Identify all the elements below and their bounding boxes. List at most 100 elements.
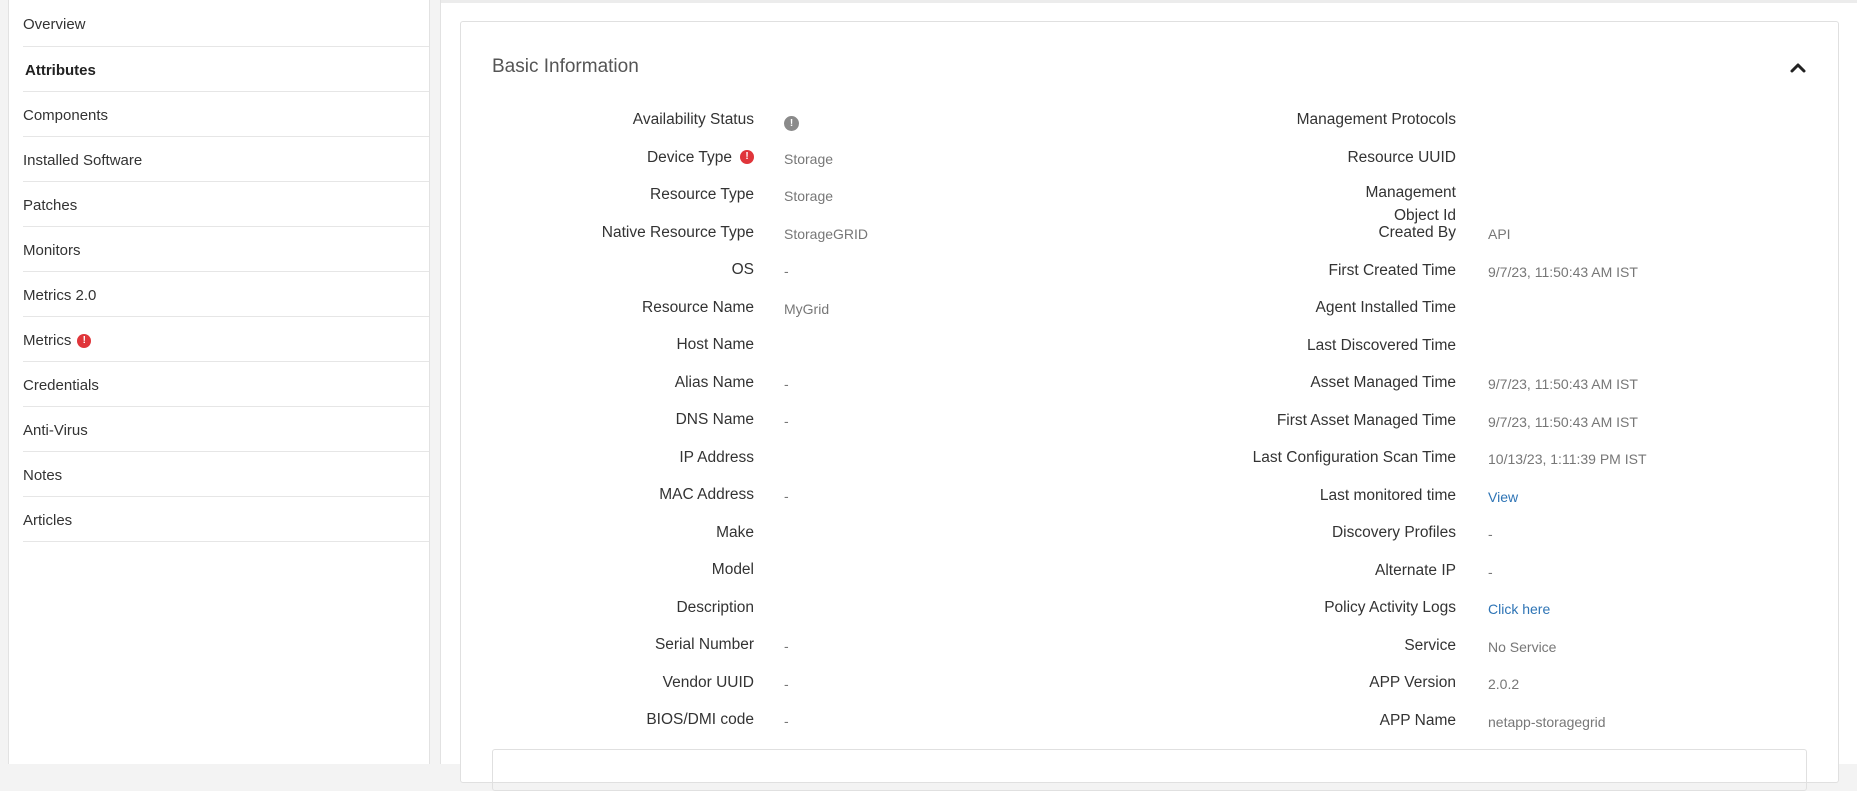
left-field-column: Availability Status ! Device Type! Stora… bbox=[461, 102, 1061, 740]
field-value: - bbox=[784, 675, 789, 692]
field-label: Last Discovered Time bbox=[1306, 336, 1456, 354]
field-resource-type: Resource Type Storage bbox=[461, 177, 1061, 215]
field-service: Service No Service bbox=[1061, 628, 1838, 666]
main-content: Basic Information Availability Status ! … bbox=[440, 0, 1857, 791]
sidebar-item-label: Notes bbox=[23, 467, 63, 484]
field-last-discovered-time: Last Discovered Time bbox=[1061, 328, 1838, 366]
field-value: View bbox=[1488, 487, 1518, 507]
field-management-protocols: Management Protocols bbox=[1061, 102, 1838, 140]
sidebar-item-attributes[interactable]: Attributes bbox=[23, 47, 429, 92]
field-last-configuration-scan-time: Last Configuration Scan Time 10/13/23, 1… bbox=[1061, 440, 1838, 478]
sidebar-item-label: Credentials bbox=[23, 377, 99, 394]
sidebar-item-metrics-2[interactable]: Metrics 2.0 bbox=[23, 272, 429, 317]
panel-title: Basic Information bbox=[492, 56, 639, 77]
basic-information-panel: Basic Information Availability Status ! … bbox=[460, 21, 1839, 791]
field-value: No Service bbox=[1488, 638, 1557, 655]
field-value: - bbox=[784, 413, 789, 429]
info-icon[interactable]: ! bbox=[784, 116, 799, 131]
field-label: Model bbox=[711, 561, 754, 578]
sidebar-item-credentials[interactable]: Credentials bbox=[23, 362, 429, 407]
field-label: Resource Type bbox=[650, 186, 754, 203]
field-value: netapp-storagegrid bbox=[1488, 713, 1606, 730]
field-value: 2.0.2 bbox=[1488, 676, 1520, 692]
field-label: Agent Installed Time bbox=[1315, 299, 1456, 316]
field-label: Availability Status bbox=[632, 111, 754, 128]
field-label: Device Type bbox=[646, 148, 732, 166]
field-label: DNS Name bbox=[675, 411, 754, 428]
chevron-up-icon[interactable] bbox=[1788, 58, 1808, 78]
field-native-resource-type: Native Resource Type StorageGRID bbox=[461, 215, 1061, 253]
sidebar-item-notes[interactable]: Notes bbox=[23, 452, 429, 497]
sidebar-item-label: Attributes bbox=[25, 62, 96, 79]
field-dns-name: DNS Name - bbox=[461, 402, 1061, 440]
field-label: Alternate IP bbox=[1375, 561, 1456, 579]
sidebar-nav: Overview Attributes Components Installed… bbox=[9, 0, 429, 542]
field-label: Last Configuration Scan Time bbox=[1252, 449, 1456, 466]
field-value: Storage bbox=[784, 150, 834, 167]
field-value: - bbox=[1488, 526, 1493, 542]
field-label: Service bbox=[1404, 636, 1456, 654]
field-label-wrap: Device Type! bbox=[647, 148, 754, 168]
field-asset-managed-time: Asset Managed Time 9/7/23, 11:50:43 AM I… bbox=[1061, 365, 1838, 403]
sidebar-item-monitors[interactable]: Monitors bbox=[23, 227, 429, 272]
field-discovery-profiles: Discovery Profiles - bbox=[1061, 515, 1838, 553]
field-label: Asset Managed Time bbox=[1310, 374, 1456, 391]
sidebar-item-label: Metrics bbox=[23, 332, 72, 349]
field-label: APP Name bbox=[1379, 711, 1456, 729]
field-label: Vendor UUID bbox=[662, 673, 754, 691]
sidebar-item-patches[interactable]: Patches bbox=[23, 182, 429, 227]
field-value: 9/7/23, 11:50:43 AM IST bbox=[1488, 376, 1638, 392]
sidebar-item-installed-software[interactable]: Installed Software bbox=[23, 137, 429, 182]
field-label: BIOS/DMI code bbox=[646, 711, 754, 728]
field-os: OS - bbox=[461, 252, 1061, 290]
field-agent-installed-time: Agent Installed Time bbox=[1061, 290, 1838, 328]
field-value: MyGrid bbox=[784, 300, 830, 317]
right-field-column: Management Protocols Resource UUID Manag… bbox=[1061, 102, 1838, 740]
field-ip-address: IP Address bbox=[461, 440, 1061, 478]
field-label: Last monitored time bbox=[1319, 486, 1456, 504]
sidebar-item-label: Anti-Virus bbox=[23, 422, 88, 439]
field-label: APP Version bbox=[1369, 674, 1456, 691]
sidebar-item-articles[interactable]: Articles bbox=[23, 497, 429, 542]
click-here-link[interactable]: Click here bbox=[1488, 601, 1550, 617]
field-app-name: APP Name netapp-storagegrid bbox=[1061, 703, 1838, 741]
sidebar-item-label: Overview bbox=[23, 16, 86, 33]
alert-icon: ! bbox=[77, 334, 92, 348]
sidebar-item-overview[interactable]: Overview bbox=[23, 0, 429, 47]
view-link[interactable]: View bbox=[1488, 489, 1518, 505]
field-value: StorageGRID bbox=[784, 225, 869, 242]
sub-panel bbox=[492, 749, 1807, 791]
field-created-by: Created By API bbox=[1061, 215, 1838, 253]
sidebar: Overview Attributes Components Installed… bbox=[8, 0, 430, 764]
field-value: - bbox=[1488, 563, 1493, 580]
alert-icon[interactable]: ! bbox=[740, 149, 754, 164]
field-label: Resource Name bbox=[642, 298, 754, 316]
sidebar-item-label: Patches bbox=[23, 197, 78, 214]
field-value: - bbox=[784, 638, 789, 654]
field-availability-status: Availability Status ! bbox=[461, 102, 1061, 140]
sidebar-item-label: Installed Software bbox=[23, 152, 143, 169]
field-first-asset-managed-time: First Asset Managed Time 9/7/23, 11:50:4… bbox=[1061, 403, 1838, 441]
field-host-name: Host Name bbox=[461, 327, 1061, 365]
field-label: Make bbox=[716, 523, 754, 541]
sidebar-item-label: Monitors bbox=[23, 242, 81, 259]
field-label: IP Address bbox=[679, 448, 754, 466]
field-value: ! bbox=[784, 111, 799, 131]
field-value: 9/7/23, 11:50:43 AM IST bbox=[1488, 263, 1638, 280]
field-value: 10/13/23, 1:11:39 PM IST bbox=[1488, 451, 1647, 467]
field-value: - bbox=[784, 263, 789, 279]
sidebar-item-components[interactable]: Components bbox=[23, 92, 429, 137]
sidebar-item-anti-virus[interactable]: Anti-Virus bbox=[23, 407, 429, 452]
field-value: 9/7/23, 11:50:43 AM IST bbox=[1488, 413, 1638, 430]
field-serial-number: Serial Number - bbox=[461, 627, 1061, 665]
field-model: Model bbox=[461, 552, 1061, 590]
field-label: Management bbox=[1365, 184, 1456, 201]
field-label: First Asset Managed Time bbox=[1276, 411, 1456, 429]
divider bbox=[441, 0, 1857, 3]
field-label: First Created Time bbox=[1328, 261, 1456, 279]
field-value: Storage bbox=[784, 188, 834, 204]
field-label: Resource UUID bbox=[1347, 148, 1456, 166]
field-first-created-time: First Created Time 9/7/23, 11:50:43 AM I… bbox=[1061, 253, 1838, 291]
field-value: - bbox=[784, 713, 789, 729]
sidebar-item-metrics[interactable]: Metrics! bbox=[23, 317, 429, 362]
